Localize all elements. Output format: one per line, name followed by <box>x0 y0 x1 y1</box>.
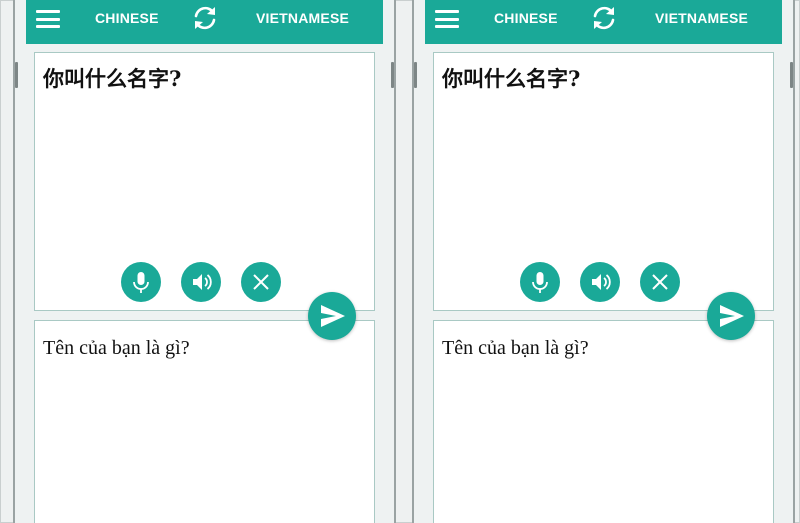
clear-button[interactable] <box>241 262 281 302</box>
microphone-button[interactable] <box>520 262 560 302</box>
source-text-panel[interactable]: 你叫什么名字? <box>34 52 375 311</box>
clear-icon <box>652 274 668 290</box>
phone-side-button <box>15 62 18 88</box>
app-header: CHINESE VIETNAMESE <box>26 0 383 44</box>
translation-panel: Tên của bạn là gì? <box>433 320 774 523</box>
clear-button[interactable] <box>640 262 680 302</box>
send-icon <box>321 305 345 327</box>
hamburger-menu-icon[interactable] <box>435 10 459 28</box>
translate-send-button[interactable] <box>707 292 755 340</box>
speaker-icon <box>193 274 212 290</box>
phone-screen-left: CHINESE VIETNAMESE 你叫什么名字? Tên của bạn l… <box>13 0 396 523</box>
phone-screen-right: CHINESE VIETNAMESE 你叫什么名字? Tên của bạn l… <box>412 0 795 523</box>
target-language-selector[interactable]: VIETNAMESE <box>655 0 748 36</box>
source-language-selector[interactable]: CHINESE <box>95 0 159 36</box>
microphone-icon <box>532 272 548 293</box>
speaker-button[interactable] <box>181 262 221 302</box>
send-icon <box>720 305 744 327</box>
translate-send-button[interactable] <box>308 292 356 340</box>
source-text-panel[interactable]: 你叫什么名字? <box>433 52 774 311</box>
source-text[interactable]: 你叫什么名字? <box>43 63 181 93</box>
source-text[interactable]: 你叫什么名字? <box>442 63 580 93</box>
swap-languages-icon[interactable] <box>590 4 618 32</box>
microphone-icon <box>133 272 149 293</box>
translated-text: Tên của bạn là gì? <box>442 337 589 359</box>
target-language-selector[interactable]: VIETNAMESE <box>256 0 349 36</box>
source-language-selector[interactable]: CHINESE <box>494 0 558 36</box>
clear-icon <box>253 274 269 290</box>
app-header: CHINESE VIETNAMESE <box>425 0 782 44</box>
translation-panel: Tên của bạn là gì? <box>34 320 375 523</box>
translated-text: Tên của bạn là gì? <box>43 337 190 359</box>
phone-side-button <box>790 62 793 88</box>
microphone-button[interactable] <box>121 262 161 302</box>
speaker-button[interactable] <box>580 262 620 302</box>
phone-side-button <box>391 62 394 88</box>
hamburger-menu-icon[interactable] <box>36 10 60 28</box>
swap-languages-icon[interactable] <box>191 4 219 32</box>
speaker-icon <box>592 274 611 290</box>
phone-side-button <box>414 62 417 88</box>
